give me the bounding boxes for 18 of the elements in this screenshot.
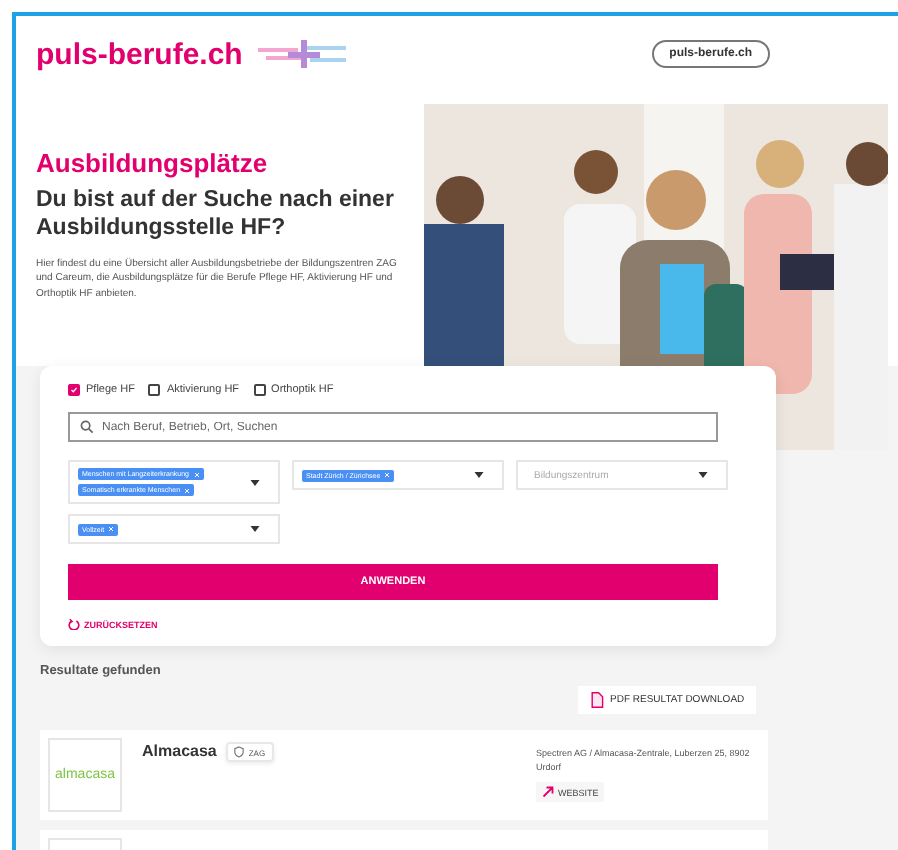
site-logo[interactable]: puls-berufe.ch xyxy=(36,37,243,71)
caret-icon xyxy=(698,472,708,478)
close-icon[interactable] xyxy=(384,472,391,478)
external-link-icon xyxy=(542,786,554,799)
shield-icon xyxy=(234,746,245,758)
close-icon[interactable] xyxy=(108,526,115,532)
document-icon xyxy=(590,692,604,708)
caret-icon xyxy=(250,526,260,532)
company-name: Almacasa xyxy=(142,742,217,760)
close-icon[interactable] xyxy=(193,471,200,477)
plus-stripes-icon xyxy=(258,40,351,68)
page-title: Ausbildungsplätze xyxy=(36,148,270,178)
caret-icon xyxy=(474,472,484,478)
close-icon[interactable] xyxy=(184,487,191,493)
page-subtitle: Du bist auf der Suche nach einer Ausbildungsstelle HF? xyxy=(36,188,396,244)
caret-icon xyxy=(250,479,260,485)
reset-icon xyxy=(68,618,80,630)
check-icon xyxy=(70,384,78,396)
